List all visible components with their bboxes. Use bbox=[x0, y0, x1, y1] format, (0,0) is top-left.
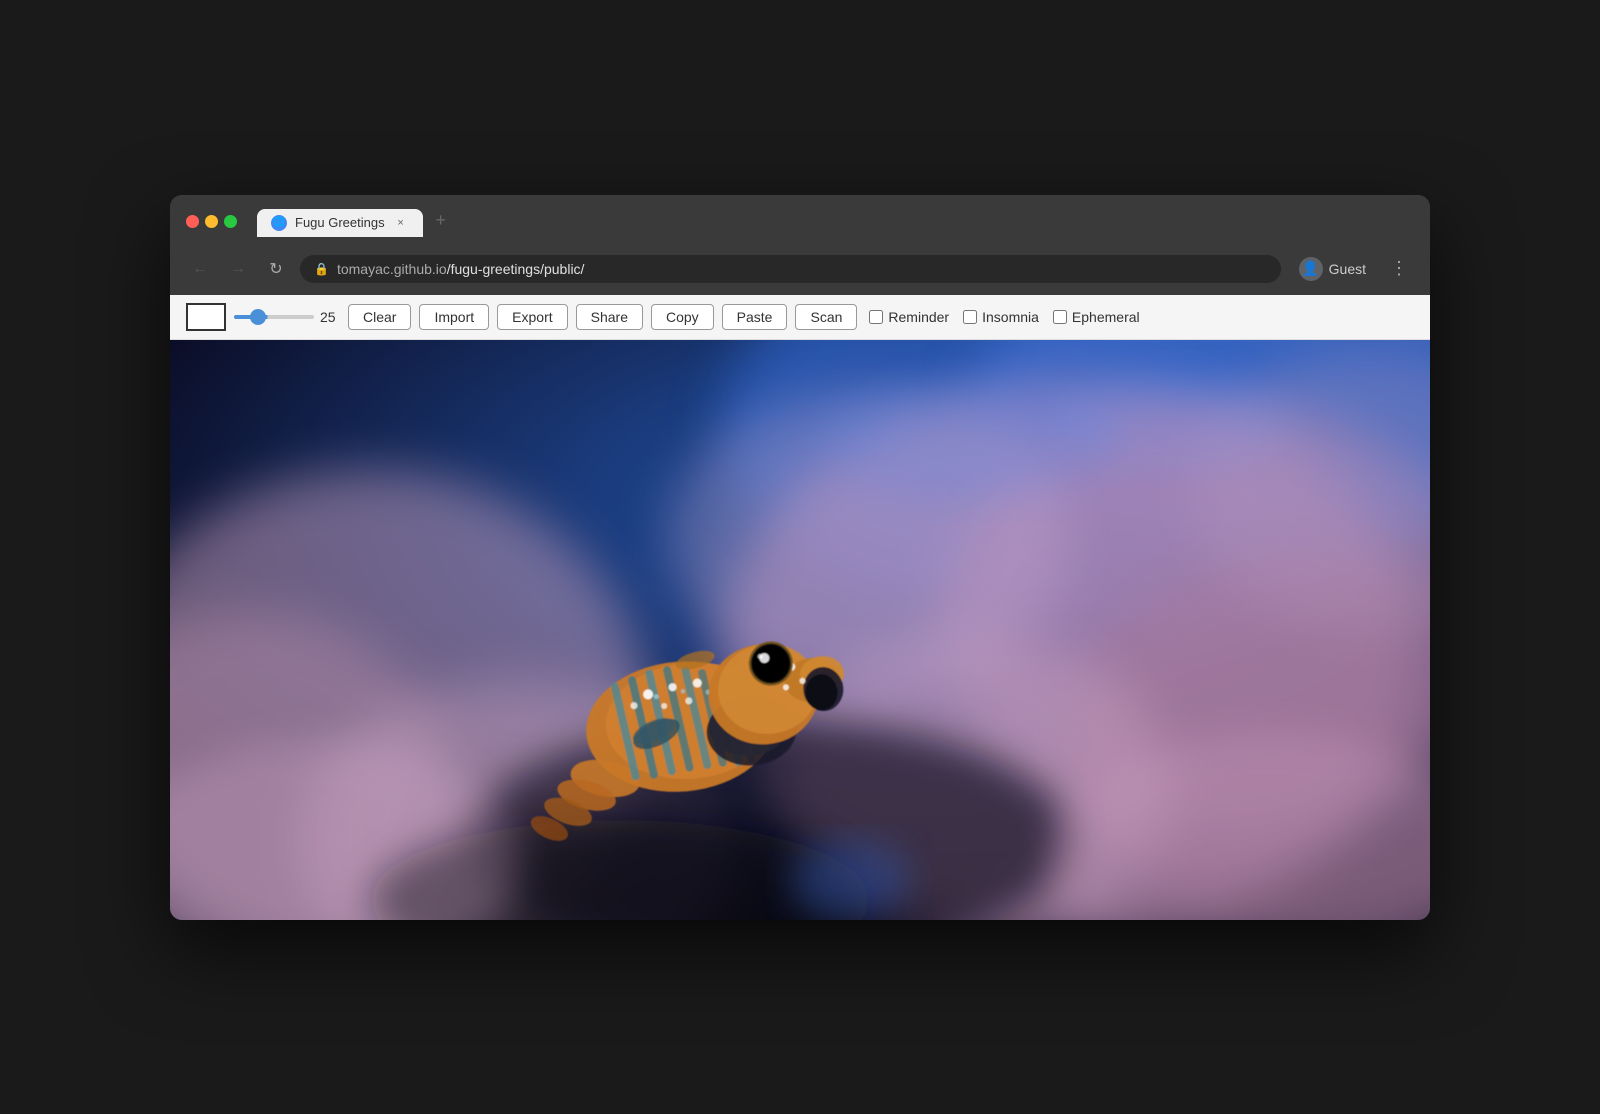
url-path: /fugu-greetings/public/ bbox=[447, 261, 585, 277]
tab-favicon: 🌐 bbox=[271, 215, 287, 231]
maximize-button[interactable] bbox=[224, 215, 237, 228]
brush-size-value: 25 bbox=[320, 309, 340, 325]
reminder-checkbox[interactable] bbox=[869, 310, 883, 324]
profile-button[interactable]: 👤 Guest bbox=[1291, 253, 1374, 285]
profile-label: Guest bbox=[1329, 261, 1366, 277]
ephemeral-checkbox[interactable] bbox=[1053, 310, 1067, 324]
brush-size-slider[interactable] bbox=[234, 315, 314, 319]
url-text: tomayac.github.io/fugu-greetings/public/ bbox=[337, 261, 585, 277]
profile-icon: 👤 bbox=[1299, 257, 1323, 281]
brush-size-container: 25 bbox=[234, 309, 340, 325]
app-toolbar: 25 Clear Import Export Share Copy Paste … bbox=[170, 295, 1430, 340]
active-tab[interactable]: 🌐 Fugu Greetings × bbox=[257, 209, 423, 237]
tab-strip: 🌐 Fugu Greetings × + bbox=[257, 207, 1414, 237]
color-picker[interactable] bbox=[186, 303, 226, 331]
scene-svg bbox=[170, 340, 1430, 920]
back-button[interactable]: ← bbox=[186, 255, 214, 283]
ephemeral-text: Ephemeral bbox=[1072, 309, 1140, 325]
minimize-button[interactable] bbox=[205, 215, 218, 228]
url-bar[interactable]: 🔒 tomayac.github.io/fugu-greetings/publi… bbox=[300, 255, 1281, 283]
import-button[interactable]: Import bbox=[419, 304, 489, 330]
new-tab-button[interactable]: + bbox=[427, 207, 455, 235]
url-domain: tomayac.github.io bbox=[337, 261, 447, 277]
insomnia-text: Insomnia bbox=[982, 309, 1039, 325]
title-bar: 🌐 Fugu Greetings × + bbox=[170, 195, 1430, 245]
browser-menu-button[interactable]: ⋮ bbox=[1384, 254, 1414, 283]
address-bar: ← → ↻ 🔒 tomayac.github.io/fugu-greetings… bbox=[170, 245, 1430, 295]
clear-button[interactable]: Clear bbox=[348, 304, 411, 330]
reminder-label[interactable]: Reminder bbox=[869, 309, 949, 325]
browser-window: 🌐 Fugu Greetings × + ← → ↻ 🔒 tomayac.git… bbox=[170, 195, 1430, 920]
tab-close-button[interactable]: × bbox=[393, 215, 409, 231]
canvas-area[interactable] bbox=[170, 340, 1430, 920]
fish-scene bbox=[170, 340, 1430, 920]
share-button[interactable]: Share bbox=[576, 304, 643, 330]
scan-button[interactable]: Scan bbox=[795, 304, 857, 330]
close-button[interactable] bbox=[186, 215, 199, 228]
lock-icon: 🔒 bbox=[314, 262, 329, 276]
forward-button[interactable]: → bbox=[224, 255, 252, 283]
ephemeral-label[interactable]: Ephemeral bbox=[1053, 309, 1140, 325]
tab-title: Fugu Greetings bbox=[295, 215, 385, 230]
paste-button[interactable]: Paste bbox=[722, 304, 788, 330]
copy-button[interactable]: Copy bbox=[651, 304, 714, 330]
insomnia-label[interactable]: Insomnia bbox=[963, 309, 1039, 325]
insomnia-checkbox[interactable] bbox=[963, 310, 977, 324]
reminder-text: Reminder bbox=[888, 309, 949, 325]
reload-button[interactable]: ↻ bbox=[262, 255, 290, 283]
traffic-lights bbox=[186, 215, 237, 228]
export-button[interactable]: Export bbox=[497, 304, 567, 330]
checkbox-group: Reminder Insomnia Ephemeral bbox=[869, 309, 1139, 325]
